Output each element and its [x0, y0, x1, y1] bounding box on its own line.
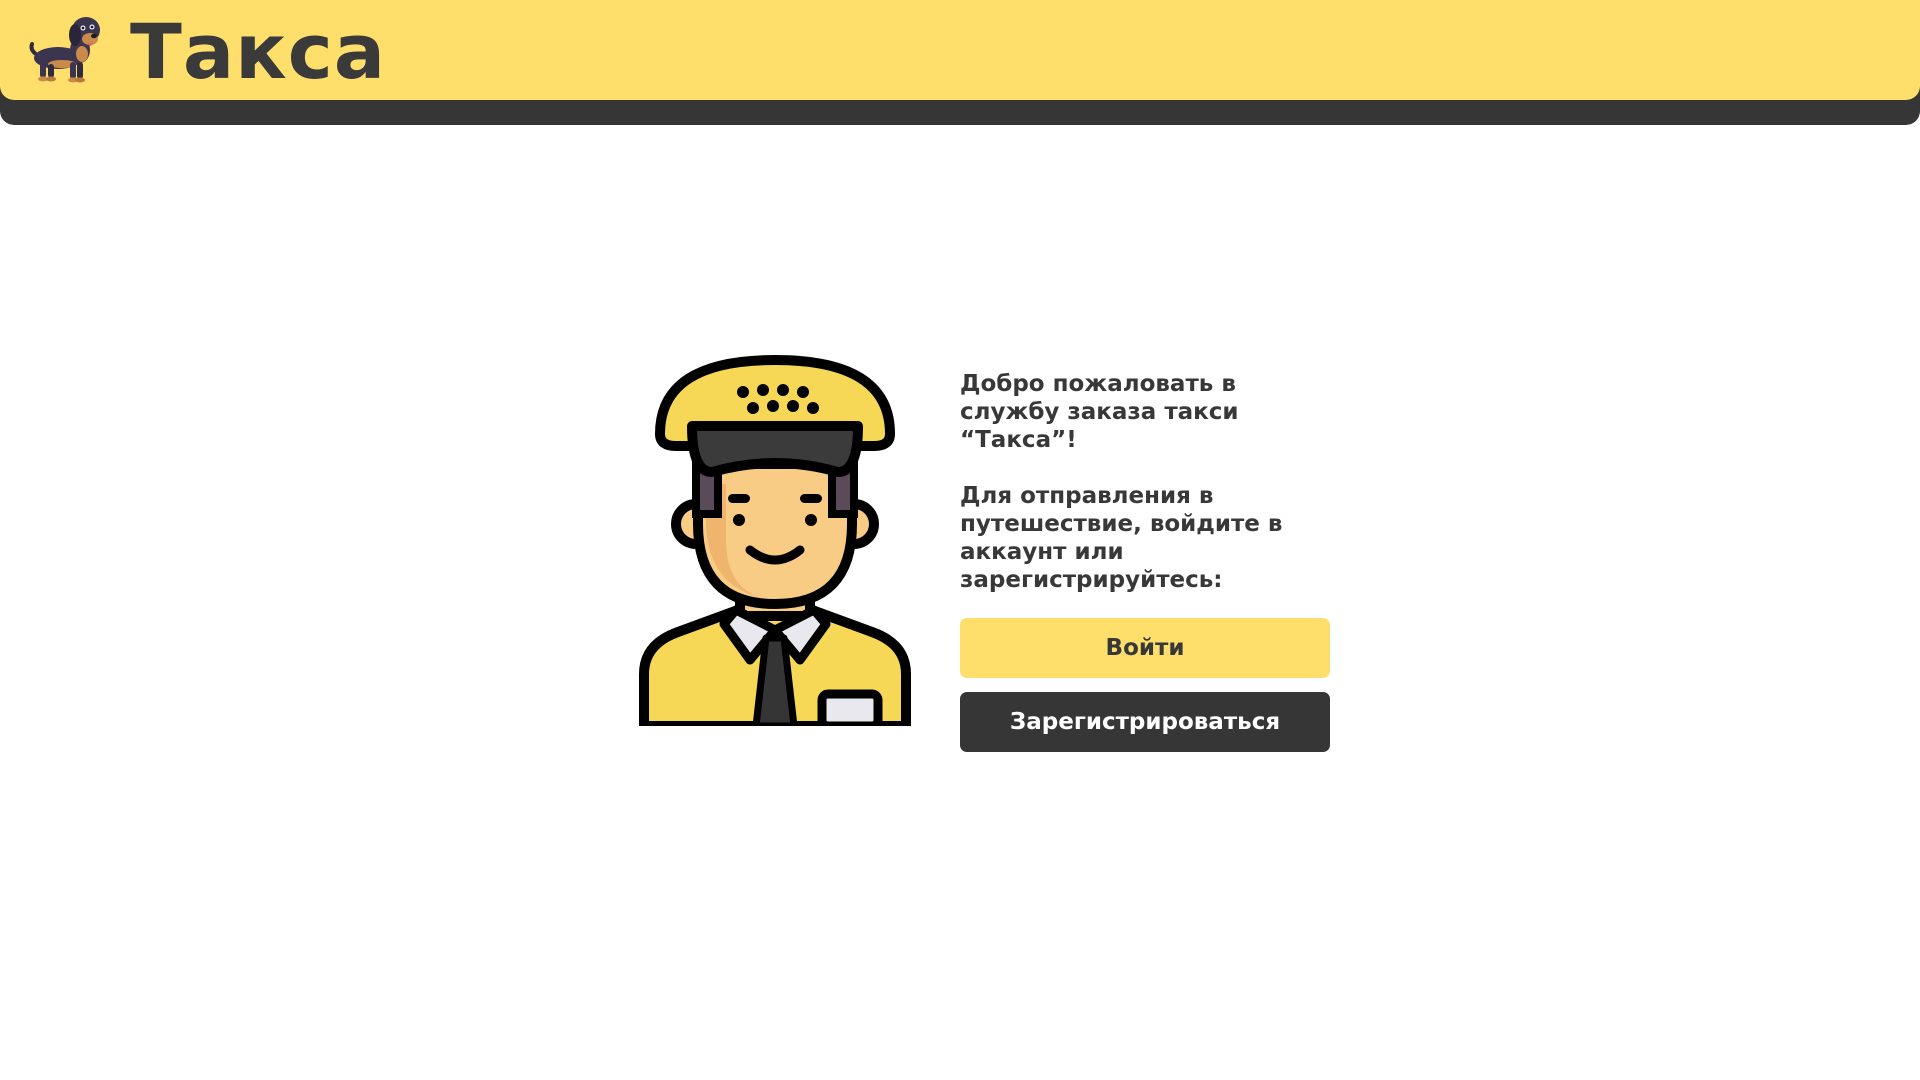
- instruction-text: Для отправления в путешествие, войдите в…: [960, 483, 1283, 593]
- taxi-driver-icon: [639, 354, 911, 726]
- welcome-text: Добро пожаловать в службу заказа такси “…: [960, 371, 1239, 453]
- welcome-panel: Добро пожаловать в службу заказа такси “…: [960, 370, 1330, 752]
- login-button[interactable]: Войти: [960, 618, 1330, 678]
- register-button[interactable]: Зарегистрироваться: [960, 692, 1330, 752]
- main-content: Добро пожаловать в службу заказа такси “…: [0, 0, 1920, 1080]
